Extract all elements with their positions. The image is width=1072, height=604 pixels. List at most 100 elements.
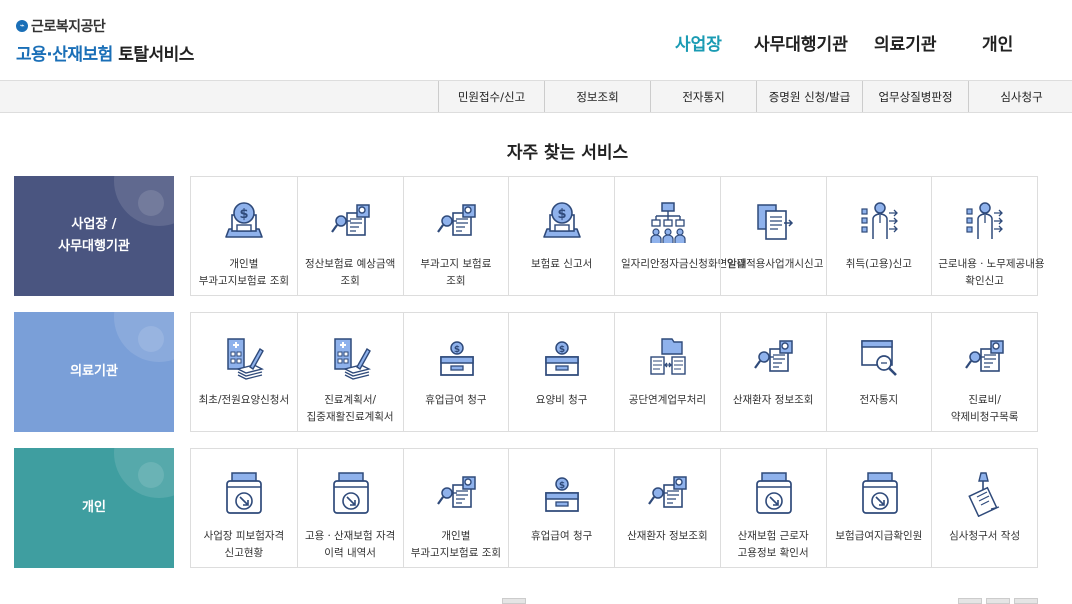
- subnav-e-notice[interactable]: 전자통지: [650, 81, 756, 112]
- coin-monitor-icon: $: [542, 199, 582, 245]
- service-item[interactable]: 산재환자 정보조회: [719, 313, 826, 431]
- service-item-label: 보험료 신고서: [530, 258, 593, 270]
- service-item-label: 부과고지 보험료 조회: [420, 258, 492, 287]
- decorative-circle: [138, 190, 164, 216]
- service-item[interactable]: 전자통지: [825, 313, 932, 431]
- person-list-icon: [860, 199, 900, 245]
- service-item[interactable]: 취득(고용)신고: [825, 177, 932, 295]
- section-title: 자주 찾는 서비스: [506, 143, 629, 163]
- sub-navigation: 민원접수/신고 정보조회 전자통지 증명원 신청/발급 업무상질병판정 심사청구: [0, 80, 1072, 113]
- main-navigation: 사업장 사무대행기관 의료기관 개인: [0, 30, 1072, 55]
- svg-text:$: $: [558, 207, 567, 222]
- document-search-icon: [330, 199, 371, 245]
- document-search-icon: [436, 199, 477, 245]
- service-item-label: 개인별 부과고지보험료 조회: [198, 258, 290, 287]
- gnb-agency[interactable]: 사무대행기관: [754, 30, 848, 55]
- service-item[interactable]: 진료비/약제비청구목록: [931, 313, 1037, 431]
- service-item-label: 일괄적용사업개시신고: [726, 258, 824, 270]
- service-list: 최초/전원요양신청서 진료계획서/집중재활진료계획서 $ 휴업급여 청구 $ 요양비 청구…: [190, 312, 1038, 432]
- document-search-icon: [753, 335, 794, 381]
- service-item[interactable]: 진료계획서/집중재활진료계획서: [296, 313, 403, 431]
- service-item-label: 휴업급여 청구: [425, 394, 487, 406]
- svg-text:$: $: [559, 345, 565, 355]
- org-chart-people-icon: [648, 199, 688, 245]
- service-item-label: 보험급여지급확인원: [835, 530, 923, 542]
- svg-text:$: $: [559, 481, 565, 491]
- printer-arrow-icon: [331, 471, 371, 517]
- pagination-tab[interactable]: [958, 598, 982, 604]
- service-item-label: 공단연계업무처리: [628, 394, 707, 406]
- gnb-medical[interactable]: 의료기관: [874, 30, 937, 55]
- service-item[interactable]: 사업장 피보험자격 신고현황: [191, 449, 297, 567]
- service-item-label: 취득(고용)신고: [845, 258, 912, 270]
- service-item-label: 요양비 청구: [535, 394, 588, 406]
- service-item-label: 정산보험료 예상금액 조회: [304, 258, 396, 287]
- pagination-tab[interactable]: [986, 598, 1010, 604]
- service-item[interactable]: 산재환자 정보조회: [614, 449, 720, 567]
- svg-text:$: $: [453, 345, 459, 355]
- service-item[interactable]: 최초/전원요양신청서: [191, 313, 297, 431]
- subnav-info-inquiry[interactable]: 정보조회: [544, 81, 650, 112]
- category-panel: 의료기관: [14, 312, 174, 432]
- subnav-complaint[interactable]: 민원접수/신고: [438, 81, 544, 112]
- svg-text:$: $: [239, 207, 248, 222]
- service-item[interactable]: 산재보험 근로자 고용정보 확인서: [719, 449, 826, 567]
- coin-box-icon: $: [542, 335, 582, 381]
- printer-arrow-icon: [224, 471, 264, 517]
- service-item-label: 산재환자 정보조회: [732, 394, 814, 406]
- printer-arrow-icon: [860, 471, 900, 517]
- folders-transfer-icon: [648, 335, 688, 381]
- service-item[interactable]: 심사청구서 작성: [931, 449, 1037, 567]
- service-item-label: 전자통지: [859, 394, 899, 406]
- category-panel: 개인: [14, 448, 174, 568]
- category-label: 개인: [82, 500, 106, 515]
- hospital-papers-icon: [331, 335, 371, 381]
- document-search-icon: [965, 335, 1005, 381]
- service-item[interactable]: $ 휴업급여 청구: [508, 449, 614, 567]
- service-row: 사업장 / 사무대행기관 $ 개인별 부과고지보험료 조회 정산보험료 예상금액 조회 부…: [14, 176, 1045, 296]
- service-item-label: 휴업급여 청구: [530, 530, 593, 542]
- pagination-stubs: [0, 598, 1072, 604]
- service-item-label: 개인별 부과고지보험료 조회: [410, 530, 502, 559]
- subnav-disease-judgment[interactable]: 업무상질병판정: [862, 81, 968, 112]
- decorative-circle: [138, 462, 164, 488]
- service-item-label: 산재보험 근로자 고용정보 확인서: [737, 530, 809, 559]
- service-item[interactable]: 부과고지 보험료 조회: [402, 177, 509, 295]
- category-label: 의료기관: [70, 364, 118, 379]
- pagination-tab[interactable]: [502, 598, 526, 604]
- service-item[interactable]: 공단연계업무처리: [614, 313, 720, 431]
- service-item[interactable]: $ 보험료 신고서: [508, 177, 614, 295]
- document-search-icon: [648, 471, 688, 517]
- category-label: 사무대행기관: [58, 239, 130, 254]
- category-label: 사업장 /: [71, 217, 117, 232]
- gnb-workplace[interactable]: 사업장: [675, 30, 722, 55]
- coin-monitor-icon: $: [224, 199, 264, 245]
- service-item[interactable]: $ 휴업급여 청구: [402, 313, 509, 431]
- service-item[interactable]: 일자리안정자금신청화면안내: [614, 177, 747, 295]
- service-item[interactable]: 정산보험료 예상금액 조회: [296, 177, 403, 295]
- hospital-papers-icon: [224, 335, 265, 381]
- service-row: 개인 사업장 피보험자격 신고현황 고용ㆍ산재보험 자격 이력 내역서 개인별 부과고…: [14, 448, 1038, 568]
- subnav-review-request[interactable]: 심사청구: [968, 81, 1072, 112]
- service-item-label: 근로내용ㆍ노무제공내용 확인신고: [938, 258, 1045, 287]
- service-item[interactable]: $ 요양비 청구: [508, 313, 614, 431]
- pagination-tab[interactable]: [1014, 598, 1038, 604]
- category-panel: 사업장 / 사무대행기관: [14, 176, 174, 296]
- service-list: 사업장 피보험자격 신고현황 고용ㆍ산재보험 자격 이력 내역서 개인별 부과고지보…: [190, 448, 1038, 568]
- service-item-label: 사업장 피보험자격 신고현황: [203, 530, 285, 559]
- service-item-label: 진료계획서/집중재활진료계획서: [306, 394, 394, 423]
- pen-document-icon: [965, 471, 1005, 518]
- service-row: 의료기관최초/전원요양신청서 진료계획서/집중재활진료계획서 $ 휴업급여 청구 $ 요양…: [14, 312, 1038, 432]
- service-item-label: 심사청구서 작성: [949, 530, 1021, 542]
- service-item[interactable]: 근로내용ㆍ노무제공내용 확인신고: [931, 177, 1045, 295]
- gnb-personal[interactable]: 개인: [982, 30, 1013, 55]
- service-item[interactable]: 개인별 부과고지보험료 조회: [402, 449, 509, 567]
- service-item-label: 고용ㆍ산재보험 자격 이력 내역서: [304, 530, 396, 559]
- service-item[interactable]: 일괄적용사업개시신고: [719, 177, 826, 295]
- documents-arrow-icon: [754, 199, 794, 245]
- service-item[interactable]: 보험급여지급확인원: [825, 449, 932, 567]
- service-item-label: 최초/전원요양신청서: [198, 394, 290, 406]
- subnav-certificate[interactable]: 증명원 신청/발급: [756, 81, 862, 112]
- service-item[interactable]: $ 개인별 부과고지보험료 조회: [191, 177, 297, 295]
- service-item[interactable]: 고용ㆍ산재보험 자격 이력 내역서: [296, 449, 403, 567]
